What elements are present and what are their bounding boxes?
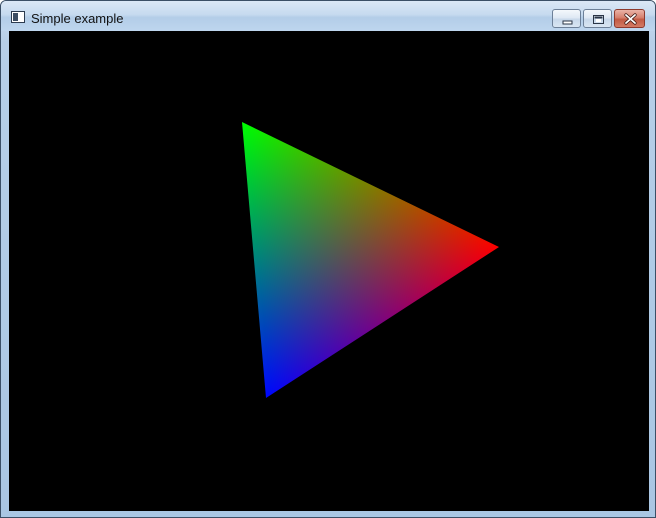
maximize-icon bbox=[593, 15, 604, 24]
caption-buttons bbox=[552, 9, 645, 28]
window-title: Simple example bbox=[31, 11, 124, 26]
minimize-icon bbox=[562, 20, 573, 25]
application-window-icon[interactable] bbox=[11, 11, 25, 23]
close-icon bbox=[624, 13, 637, 25]
minimize-button[interactable] bbox=[552, 9, 581, 28]
render-viewport[interactable] bbox=[9, 31, 649, 511]
rgb-triangle bbox=[242, 122, 499, 398]
close-button[interactable] bbox=[614, 9, 645, 28]
maximize-button[interactable] bbox=[583, 9, 612, 28]
title-bar[interactable]: Simple example bbox=[1, 1, 655, 31]
opengl-canvas bbox=[242, 122, 499, 398]
app-window: Simple example bbox=[0, 0, 656, 518]
